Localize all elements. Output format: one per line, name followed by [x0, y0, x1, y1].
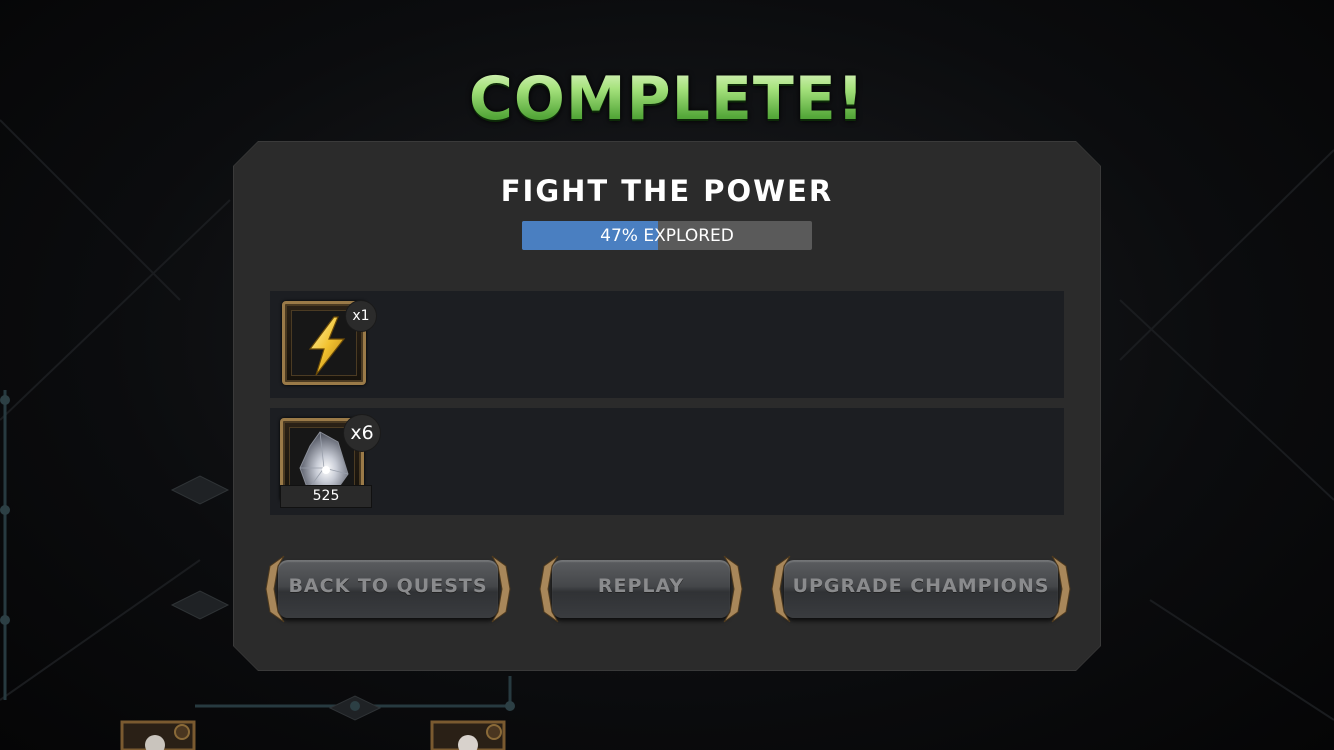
upgrade-champions-button[interactable]: UPGRADE CHAMPIONS	[770, 554, 1072, 624]
reward-quantity-badge: x6	[343, 414, 381, 452]
back-to-quests-label: BACK TO QUESTS	[288, 575, 488, 597]
reward-quantity-badge: x1	[345, 300, 377, 332]
quest-title: FIGHT THE POWER	[500, 174, 834, 208]
reward-row: x6 525	[270, 408, 1064, 515]
back-to-quests-button[interactable]: BACK TO QUESTS	[264, 554, 512, 624]
replay-label: REPLAY	[597, 575, 685, 597]
replay-button[interactable]: REPLAY	[538, 554, 744, 624]
reward-row: x1	[270, 291, 1064, 398]
reward-amount-label: 525	[280, 485, 372, 508]
upgrade-champions-label: UPGRADE CHAMPIONS	[792, 575, 1050, 597]
exploration-progress-bar: 47% EXPLORED	[522, 221, 812, 250]
complete-title: COMPLETE!	[0, 64, 1334, 134]
exploration-progress-label: 47% EXPLORED	[600, 226, 734, 246]
